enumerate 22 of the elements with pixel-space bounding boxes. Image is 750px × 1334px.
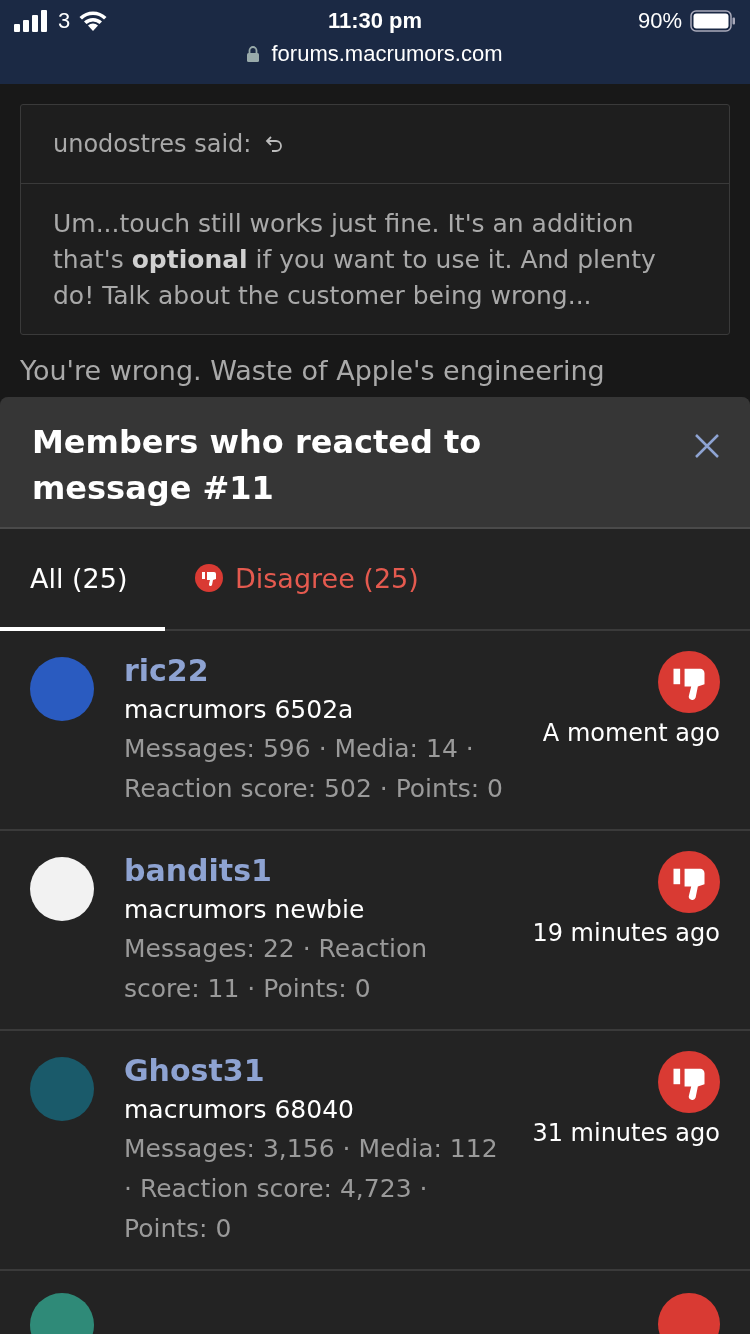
member-rank: macrumors newbie [124, 895, 365, 924]
url-text[interactable]: forums.macrumors.com [271, 41, 503, 67]
member-stats: Messages: 596 · Media: 14 · Reaction score: 502 · Points: 0 [124, 733, 504, 805]
modal-title: Members who reacted to message #11 [32, 422, 483, 509]
member-rank: macrumors 68040 [124, 1095, 354, 1124]
quote-author[interactable]: unodostres said: [53, 130, 252, 158]
reaction-time: 31 minutes ago [532, 1119, 720, 1147]
clock-time: 11:30 pm [327, 8, 423, 34]
battery-percent: 90% [637, 8, 682, 34]
reaction-tab[interactable]: All (25) [0, 529, 165, 631]
member-rank: macrumors 6502a [124, 695, 354, 724]
reaction-time: A moment ago [542, 719, 720, 747]
post-text: You're wrong. Waste of Apple's engineering [20, 355, 606, 386]
reaction-time: 19 minutes ago [532, 919, 720, 947]
member-stats: Messages: 22 · Reaction score: 11 · Points: 0 [124, 933, 429, 1005]
carrier-label: 3 [58, 8, 71, 34]
member-stats: Messages: 3,156 · Media: 112 · Reaction score: 4,723 · Points: 0 [124, 1133, 499, 1245]
member-name[interactable]: ric22 [124, 653, 209, 688]
quote-text: Um...touch still works just fine. It's an addition that's optional if you want to use it. And plenty do! Talk about the customer being wrong... [52, 208, 657, 312]
member-name[interactable]: Ghost31 [124, 1053, 265, 1088]
reaction-tab[interactable]: Disagree (25) [165, 529, 449, 631]
member-name[interactable]: bandits1 [124, 853, 272, 888]
